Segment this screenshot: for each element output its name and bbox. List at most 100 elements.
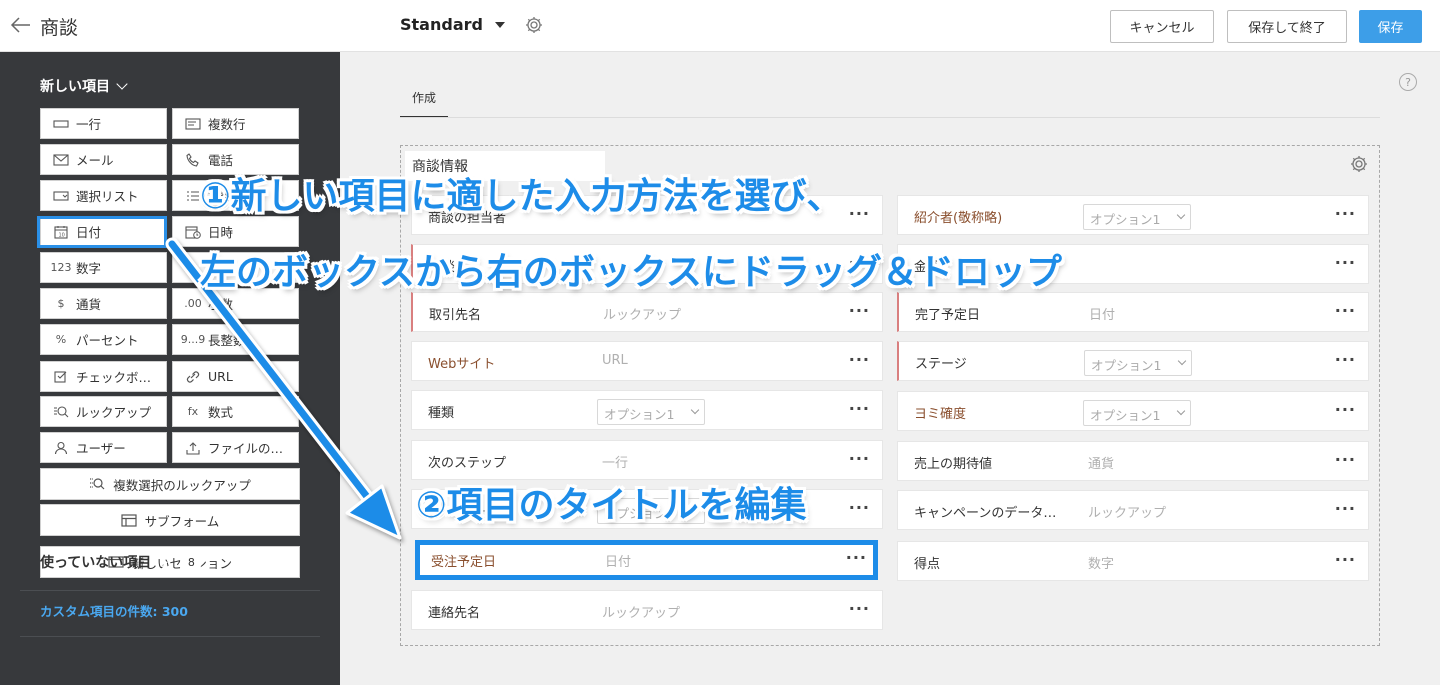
- field-type-percent-button[interactable]: % パーセント: [40, 324, 167, 355]
- save-button[interactable]: 保存: [1359, 10, 1422, 43]
- back-arrow-icon[interactable]: [8, 12, 34, 38]
- chevron-down-icon: [1177, 356, 1187, 366]
- tab-create[interactable]: 作成: [400, 80, 448, 118]
- chevron-down-icon: [1176, 406, 1186, 416]
- more-options-icon[interactable]: ···: [1335, 550, 1356, 569]
- layout-field-row[interactable]: 連絡先名 ルックアップ ···: [411, 590, 883, 630]
- new-items-toggle[interactable]: 新しい項目: [40, 76, 128, 96]
- field-type-checkbox-button[interactable]: チェックボ…: [40, 361, 167, 392]
- more-options-icon[interactable]: ···: [849, 399, 870, 418]
- field-label[interactable]: 商談名: [429, 256, 468, 275]
- field-label[interactable]: ヨミ確度: [914, 403, 966, 422]
- subform-label: サブフォーム: [144, 513, 220, 529]
- field-label[interactable]: 紹介者(敬称略): [914, 207, 1002, 226]
- layout-field-row[interactable]: 商談名 ···: [411, 244, 883, 284]
- field-type-label: 小数: [208, 297, 234, 312]
- unused-items-link[interactable]: 使っていない項目 8: [40, 552, 203, 572]
- field-label[interactable]: リードソース: [428, 501, 505, 520]
- cancel-button[interactable]: キャンセル: [1110, 10, 1214, 43]
- field-type-user-button[interactable]: ユーザー: [40, 432, 167, 463]
- help-icon[interactable]: ?: [1399, 73, 1417, 91]
- lookup-icon: [50, 405, 72, 419]
- field-label[interactable]: キャンペーンのデータ…: [914, 502, 1056, 521]
- field-type-decimal-button[interactable]: .00 小数: [172, 288, 299, 319]
- layout-field-row[interactable]: 種類 オプション1 ···: [411, 390, 883, 430]
- more-options-icon[interactable]: ···: [849, 301, 870, 320]
- layout-field-row[interactable]: ステージ オプション1 ···: [897, 341, 1369, 381]
- subform-button[interactable]: サブフォーム: [40, 504, 300, 536]
- unused-count-badge: 8: [180, 552, 203, 572]
- field-type-phone-button[interactable]: 電話: [172, 144, 299, 175]
- layout-field-row[interactable]: 金額 ···: [897, 244, 1369, 284]
- more-options-icon[interactable]: ···: [1335, 204, 1356, 223]
- more-options-icon[interactable]: ···: [849, 449, 870, 468]
- layout-field-row[interactable]: キャンペーンのデータ… ルックアップ ···: [897, 490, 1369, 530]
- field-type-multi-line-button[interactable]: 複数行: [172, 108, 299, 139]
- field-type-link-button[interactable]: URL: [172, 361, 299, 392]
- layout-name: Standard: [400, 15, 483, 34]
- field-select-preview: オプション1: [597, 399, 705, 425]
- section-gear-icon[interactable]: [1349, 154, 1369, 174]
- layout-field-row[interactable]: Webサイト URL ···: [411, 341, 883, 381]
- more-options-icon[interactable]: ···: [846, 548, 867, 567]
- section-title[interactable]: 商談情報: [405, 151, 605, 181]
- layout-field-row[interactable]: 得点 数字 ···: [897, 541, 1369, 581]
- more-options-icon[interactable]: ···: [1335, 253, 1356, 272]
- multi-lookup-field-button[interactable]: 複数選択のルックアップ: [40, 468, 300, 500]
- field-label[interactable]: 売上の期待値: [914, 453, 992, 472]
- datetime-icon: [182, 225, 204, 239]
- unused-items-label: 使っていない項目: [40, 555, 152, 571]
- gear-icon[interactable]: [524, 15, 544, 35]
- more-options-icon[interactable]: ···: [1335, 350, 1356, 369]
- field-type-single-line-button[interactable]: 一行: [40, 108, 167, 139]
- more-options-icon[interactable]: ···: [1335, 450, 1356, 469]
- field-label[interactable]: ステージ: [915, 353, 967, 372]
- field-label[interactable]: 次のステップ: [428, 452, 506, 471]
- more-options-icon[interactable]: ···: [849, 498, 870, 517]
- more-options-icon[interactable]: ···: [849, 350, 870, 369]
- field-label[interactable]: Webサイト: [428, 353, 495, 372]
- field-type-lookup-button[interactable]: ルックアップ: [40, 396, 167, 427]
- field-type-number-button[interactable]: 123 数字: [40, 252, 167, 283]
- layout-field-row[interactable]: 受注予定日 日付 ···: [415, 540, 878, 580]
- layout-field-row[interactable]: 取引先名 ルックアップ ···: [411, 292, 883, 332]
- caret-down-icon: [494, 21, 505, 28]
- layout-field-row[interactable]: 紹介者(敬称略) オプション1 ···: [897, 195, 1369, 235]
- field-type-label: 日時: [208, 225, 234, 240]
- save-and-close-button[interactable]: 保存して終了: [1227, 10, 1347, 43]
- field-type-multiselect-button[interactable]: 複数選択: [172, 180, 299, 211]
- field-label[interactable]: 得点: [914, 553, 940, 572]
- more-options-icon[interactable]: ···: [1335, 301, 1356, 320]
- layout-field-row[interactable]: リードソース オプション1 ···: [411, 489, 883, 529]
- field-type-formula-button[interactable]: fx 数式: [172, 396, 299, 427]
- field-label[interactable]: 連絡先名: [428, 602, 480, 621]
- more-options-icon[interactable]: ···: [1335, 400, 1356, 419]
- field-type-datetime-button[interactable]: 日時: [172, 216, 299, 247]
- field-type-currency-button[interactable]: $ 通貨: [40, 288, 167, 319]
- field-type-mail-button[interactable]: メール: [40, 144, 167, 175]
- layout-field-row[interactable]: 完了予定日 日付 ···: [897, 292, 1369, 332]
- field-type-label: 複数選択: [208, 189, 259, 204]
- field-type-calendar-button[interactable]: 10 日付: [40, 216, 167, 247]
- long-integer-icon: 9...9: [180, 333, 206, 346]
- field-select-value: オプション1: [604, 407, 675, 422]
- field-label[interactable]: 商談の担当者: [428, 207, 506, 226]
- layout-selector[interactable]: Standard: [400, 15, 505, 34]
- more-options-icon[interactable]: ···: [849, 599, 870, 618]
- field-label[interactable]: 完了予定日: [915, 304, 980, 323]
- more-options-icon[interactable]: ···: [849, 204, 870, 223]
- layout-field-row[interactable]: 次のステップ 一行 ···: [411, 440, 883, 480]
- field-label[interactable]: 取引先名: [429, 304, 481, 323]
- layout-field-row[interactable]: 売上の期待値 通貨 ···: [897, 441, 1369, 481]
- field-type-upload-button[interactable]: ファイルの…: [172, 432, 299, 463]
- field-type-picklist-button[interactable]: 選択リスト: [40, 180, 167, 211]
- field-label[interactable]: 種類: [428, 402, 454, 421]
- field-label[interactable]: 受注予定日: [431, 551, 496, 570]
- field-type-long-integer-button[interactable]: 9...9 長整数: [172, 324, 299, 355]
- more-options-icon[interactable]: ···: [1335, 499, 1356, 518]
- more-options-icon[interactable]: ···: [849, 253, 870, 272]
- field-type-integer-button[interactable]: 1 整数: [172, 252, 299, 283]
- layout-field-row[interactable]: ヨミ確度 オプション1 ···: [897, 391, 1369, 431]
- layout-field-row[interactable]: 商談の担当者 ···: [411, 195, 883, 235]
- field-label[interactable]: 金額: [914, 256, 940, 275]
